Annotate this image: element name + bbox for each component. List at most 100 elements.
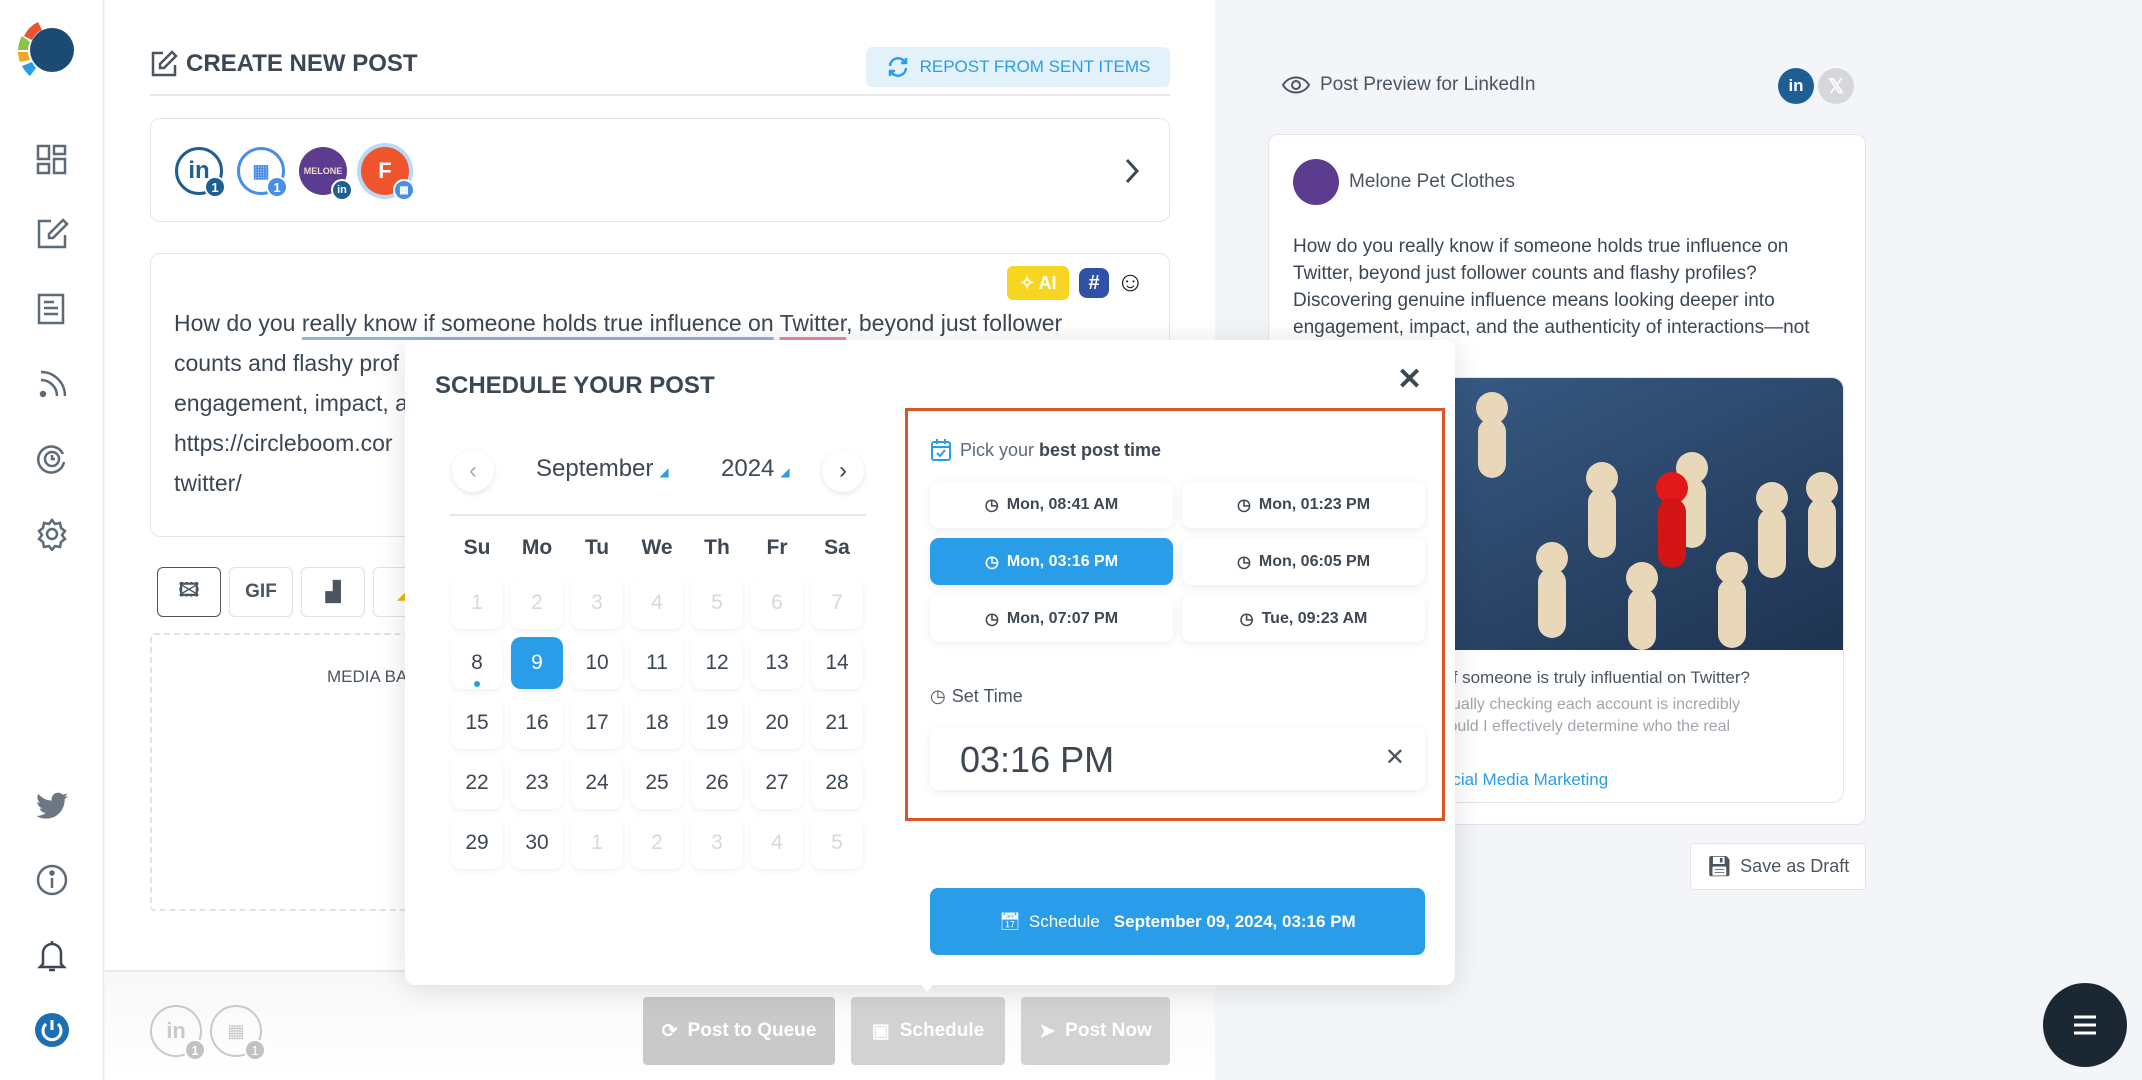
best-time-option[interactable]: ◷ Mon, 01:23 PM (1182, 481, 1425, 528)
clock-icon: ◷ (984, 496, 999, 514)
calendar-day[interactable]: 7 (811, 577, 863, 629)
best-time-option[interactable]: ◷ Mon, 08:41 AM (930, 481, 1173, 528)
calendar-day[interactable]: 25 (631, 757, 683, 809)
menu-button[interactable] (2043, 983, 2127, 1067)
calendar-day[interactable]: 26 (691, 757, 743, 809)
circleboom-logo[interactable] (14, 16, 82, 84)
melone-linkedin-avatar[interactable]: MELONE in (299, 147, 353, 201)
calendar-divider (450, 514, 866, 516)
compose-icon[interactable] (30, 212, 74, 256)
calendar-day[interactable]: 3 (571, 577, 623, 629)
calendar-day[interactable]: 24 (571, 757, 623, 809)
queue-clock-icon[interactable] (30, 437, 74, 481)
today-dot (474, 681, 480, 687)
calendar-day[interactable]: 14 (811, 637, 863, 689)
page-title: CREATE NEW POST (150, 50, 418, 78)
linkedin-account-avatar[interactable]: in 1 (175, 147, 226, 198)
clock-icon: ◷ (1236, 553, 1251, 571)
calendar-day[interactable]: 4 (751, 817, 803, 869)
weekday-header: Mo (521, 536, 553, 559)
sidebar (0, 0, 104, 1080)
hashtag-icon[interactable]: # (1079, 268, 1109, 298)
prev-month-button[interactable]: ‹ (452, 450, 494, 492)
year-select[interactable]: 2024 ◢ (721, 455, 790, 483)
repost-icon (888, 57, 907, 77)
schedule-confirm-button[interactable]: 📅︎ Schedule September 09, 2024, 03:16 PM (930, 888, 1425, 955)
calendar-day[interactable]: 6 (751, 577, 803, 629)
calendar-day[interactable]: 17 (571, 697, 623, 749)
calendar-day[interactable]: 5 (691, 577, 743, 629)
calendar-day[interactable]: 10 (571, 637, 623, 689)
calendar-day[interactable]: 5 (811, 817, 863, 869)
settings-gear-icon[interactable] (30, 512, 74, 556)
calendar-day[interactable]: 1 (451, 577, 503, 629)
calendar-day[interactable]: 27 (751, 757, 803, 809)
queue-icon: ⟳ (661, 1020, 678, 1042)
upload-button[interactable]: ▟ (301, 567, 365, 617)
calendar-day[interactable]: 28 (811, 757, 863, 809)
calendar-day[interactable]: 3 (691, 817, 743, 869)
add-gif-button[interactable]: GIF (229, 567, 293, 617)
calendar-day[interactable]: 16 (511, 697, 563, 749)
calendar-day[interactable]: 4 (631, 577, 683, 629)
chevron-right-icon[interactable] (1123, 157, 1141, 185)
calendar-day[interactable]: 19 (691, 697, 743, 749)
calendar-day[interactable]: 12 (691, 637, 743, 689)
rss-icon[interactable] (30, 362, 74, 406)
clock-icon: ◷ (1239, 610, 1254, 628)
x-preview-tab[interactable]: 𝕏 (1818, 68, 1854, 104)
calendar-day[interactable]: 23 (511, 757, 563, 809)
clock-icon: ◷ (930, 686, 946, 706)
emoji-icon[interactable]: ☺ (1116, 266, 1145, 298)
add-image-button[interactable]: 🖾 (157, 567, 221, 617)
dashboard-icon[interactable] (30, 138, 74, 182)
notification-bell-icon[interactable] (30, 934, 74, 978)
post-now-button[interactable]: ➤ Post Now (1021, 997, 1170, 1065)
best-time-option[interactable]: ◷ Mon, 07:07 PM (930, 595, 1173, 642)
save-icon: 💾︎ (1706, 856, 1733, 878)
next-month-button[interactable]: › (822, 450, 864, 492)
repost-from-sent-items-button[interactable]: REPOST FROM SENT ITEMS (866, 47, 1170, 87)
close-icon[interactable]: ✕ (1397, 362, 1422, 397)
account-avatar (1293, 159, 1339, 205)
info-icon[interactable] (30, 858, 74, 902)
facebook-account-avatar[interactable]: F ▦ (361, 147, 415, 201)
calendar-day[interactable]: 21 (811, 697, 863, 749)
calendar-day[interactable]: 18 (631, 697, 683, 749)
footer-google-business-icon: ▦ 1 (210, 1005, 266, 1061)
linkedin-preview-tab[interactable]: in (1778, 68, 1814, 104)
weekday-header: Su (463, 536, 491, 559)
calendar-day[interactable]: 29 (451, 817, 503, 869)
clear-time-icon[interactable]: ✕ (1385, 743, 1405, 772)
calendar-day[interactable]: 30 (511, 817, 563, 869)
save-as-draft-button[interactable]: 💾︎ Save as Draft (1690, 843, 1866, 890)
calendar-check-icon (931, 439, 951, 461)
edit-icon (151, 50, 178, 77)
best-time-option[interactable]: ◷ Mon, 06:05 PM (1182, 538, 1425, 585)
google-business-account-avatar[interactable]: ▦ 1 (237, 147, 288, 198)
schedule-button[interactable]: ▣ Schedule (851, 997, 1005, 1065)
calendar-day[interactable]: 2 (631, 817, 683, 869)
modal-pointer (917, 980, 937, 992)
calendar-day[interactable]: 22 (451, 757, 503, 809)
calendar-day[interactable]: 11 (631, 637, 683, 689)
ai-assistant-button[interactable]: ✧ AI (1007, 266, 1069, 300)
post-to-queue-button[interactable]: ⟳ Post to Queue (643, 997, 835, 1065)
calendar-day[interactable]: 2 (511, 577, 563, 629)
calendar-day[interactable]: 13 (751, 637, 803, 689)
upload-icon: ▟ (325, 581, 341, 603)
best-time-option[interactable]: ◷ Mon, 03:16 PM (930, 538, 1173, 585)
account-selector[interactable]: in 1 ▦ 1 MELONE in F ▦ (150, 118, 1170, 222)
weekday-header: Th (704, 536, 730, 559)
calendar-day[interactable]: 9 (511, 637, 563, 689)
twitter-icon[interactable] (30, 784, 74, 828)
month-select[interactable]: September ◢ (536, 455, 669, 483)
time-input[interactable]: 03:16 PM ✕ (930, 727, 1425, 790)
articles-icon[interactable] (30, 287, 74, 331)
calendar-day[interactable]: 1 (571, 817, 623, 869)
calendar-day[interactable]: 20 (751, 697, 803, 749)
calendar-day[interactable]: 15 (451, 697, 503, 749)
best-time-label: Pick your best post time (930, 438, 1161, 462)
power-icon[interactable] (30, 1008, 74, 1052)
best-time-option[interactable]: ◷ Tue, 09:23 AM (1182, 595, 1425, 642)
